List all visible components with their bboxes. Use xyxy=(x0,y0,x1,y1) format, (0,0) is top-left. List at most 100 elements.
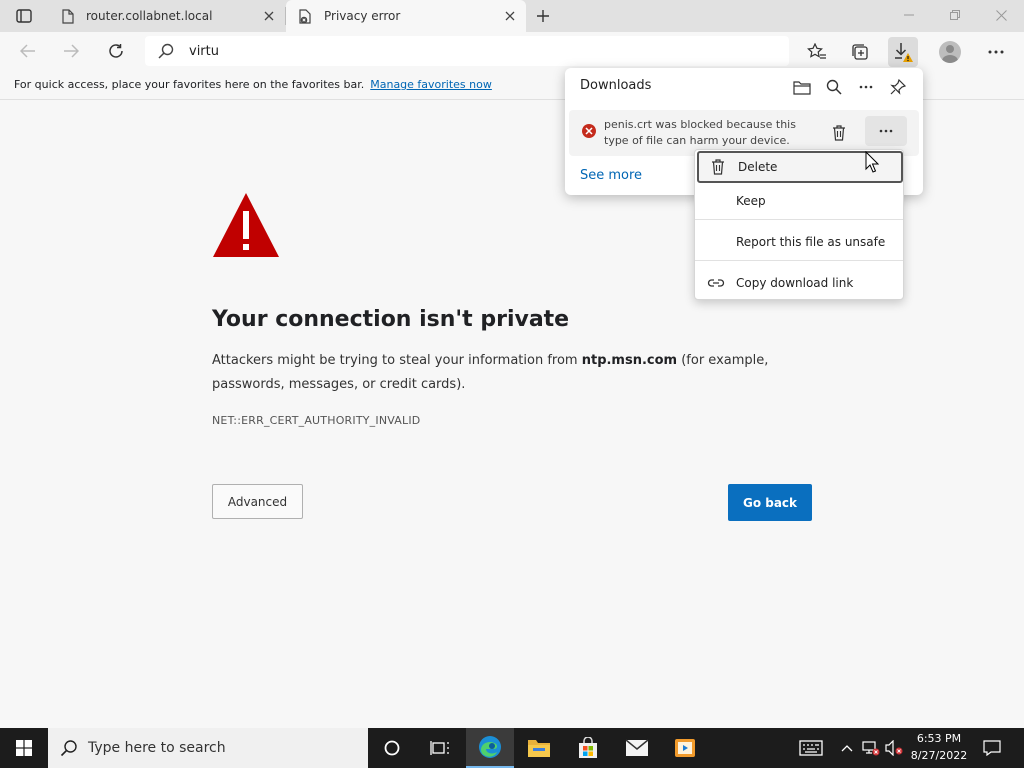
domain-name: ntp.msn.com xyxy=(581,353,678,368)
download-status-text: penis.crt was blocked because this type … xyxy=(604,118,796,147)
notifications-button[interactable] xyxy=(976,728,1008,768)
task-view-icon xyxy=(430,741,449,755)
clock-time: 6:53 PM xyxy=(916,732,962,745)
trash-icon xyxy=(833,125,845,141)
media-app-button[interactable] xyxy=(661,728,709,768)
task-view-button[interactable] xyxy=(416,728,464,768)
manage-favorites-link[interactable]: Manage favorites now xyxy=(370,78,492,91)
more-icon xyxy=(859,85,873,89)
volume-muted-icon xyxy=(885,740,903,756)
edge-taskbar-button[interactable] xyxy=(466,728,514,768)
network-tray-button[interactable] xyxy=(860,728,882,768)
open-folder-button[interactable] xyxy=(791,76,813,98)
blocked-icon xyxy=(582,124,596,138)
tab-actions-icon xyxy=(16,9,32,23)
minimize-icon xyxy=(904,14,914,16)
favorites-button[interactable] xyxy=(802,37,832,67)
chevron-up-icon xyxy=(841,745,853,752)
microsoft-store-button[interactable] xyxy=(564,728,612,768)
start-button[interactable] xyxy=(0,728,48,768)
network-icon xyxy=(862,741,880,756)
tab-actions-button[interactable] xyxy=(10,6,38,26)
see-more-link[interactable]: See more xyxy=(580,168,642,183)
profile-button[interactable] xyxy=(935,37,965,67)
menu-separator xyxy=(695,260,903,261)
show-hidden-icons-button[interactable] xyxy=(838,728,856,768)
pin-icon xyxy=(890,79,906,95)
insecure-page-icon xyxy=(298,8,314,24)
windows-logo-icon xyxy=(16,740,32,756)
refresh-icon xyxy=(109,44,123,58)
menu-item-label: Delete xyxy=(738,160,778,174)
keyboard-icon xyxy=(799,740,823,756)
edge-icon xyxy=(479,736,501,758)
close-icon xyxy=(995,9,1007,21)
collections-icon xyxy=(852,44,868,60)
downloads-more-button[interactable] xyxy=(855,76,877,98)
menu-item-copy-link[interactable]: Copy download link xyxy=(695,267,903,299)
link-icon xyxy=(707,275,725,291)
menu-separator xyxy=(695,219,903,220)
cortana-icon xyxy=(384,740,400,756)
downloads-button[interactable] xyxy=(888,37,918,67)
search-downloads-button[interactable] xyxy=(823,76,845,98)
refresh-button[interactable] xyxy=(102,37,130,65)
store-icon xyxy=(579,737,597,758)
file-explorer-button[interactable] xyxy=(515,728,563,768)
download-warning-icon xyxy=(895,43,913,62)
more-icon xyxy=(988,50,1004,54)
settings-more-button[interactable] xyxy=(981,37,1011,67)
menu-item-label: Keep xyxy=(736,194,766,208)
close-tab-icon[interactable] xyxy=(502,8,518,24)
collections-button[interactable] xyxy=(845,37,875,67)
taskbar-search-placeholder: Type here to search xyxy=(88,740,226,756)
search-icon xyxy=(826,79,842,95)
download-item-more-button[interactable] xyxy=(865,116,907,146)
menu-item-report-unsafe[interactable]: Report this file as unsafe xyxy=(695,226,903,258)
more-icon xyxy=(879,129,893,133)
arrow-left-icon xyxy=(20,44,35,58)
advanced-button[interactable]: Advanced xyxy=(212,484,303,519)
menu-item-keep[interactable]: Keep xyxy=(695,185,903,217)
tab-router[interactable]: router.collabnet.local xyxy=(48,0,285,32)
mail-button[interactable] xyxy=(613,728,661,768)
address-bar[interactable]: virtu xyxy=(145,36,789,66)
close-tab-icon[interactable] xyxy=(261,8,277,24)
media-icon xyxy=(675,739,695,757)
mouse-cursor-icon xyxy=(865,151,879,173)
downloads-title: Downloads xyxy=(580,78,652,93)
star-list-icon xyxy=(807,43,826,59)
folder-icon xyxy=(793,80,811,95)
tab-strip: router.collabnet.local Privacy error xyxy=(0,0,1024,32)
tab-privacy-error[interactable]: Privacy error xyxy=(286,0,526,32)
error-description: Attackers might be trying to steal your … xyxy=(212,349,822,397)
forward-button[interactable] xyxy=(57,37,85,65)
notification-icon xyxy=(983,740,1001,756)
address-input[interactable]: virtu xyxy=(189,44,219,59)
pin-button[interactable] xyxy=(887,76,909,98)
go-back-button[interactable]: Go back xyxy=(728,484,812,521)
tab-title: router.collabnet.local xyxy=(86,9,213,23)
cortana-button[interactable] xyxy=(368,728,416,768)
minimize-button[interactable] xyxy=(886,0,932,30)
menu-item-label: Copy download link xyxy=(736,276,854,290)
delete-download-button[interactable] xyxy=(826,120,852,146)
taskbar-clock[interactable]: 6:53 PM 8/27/2022 xyxy=(906,730,972,766)
taskbar-search[interactable]: Type here to search xyxy=(48,728,368,768)
restore-button[interactable] xyxy=(932,0,978,30)
new-tab-button[interactable] xyxy=(532,6,554,26)
tab-title: Privacy error xyxy=(324,9,401,23)
browser-toolbar: virtu xyxy=(0,32,1024,70)
close-window-button[interactable] xyxy=(978,0,1024,30)
menu-item-label: Report this file as unsafe xyxy=(736,235,886,249)
search-icon xyxy=(60,740,77,757)
keyboard-tray-button[interactable] xyxy=(797,728,825,768)
page-title: Your connection isn't private xyxy=(212,307,570,332)
arrow-right-icon xyxy=(64,44,79,58)
plus-icon xyxy=(537,10,549,22)
favorites-bar-message: For quick access, place your favorites h… xyxy=(14,78,365,91)
mail-icon xyxy=(625,739,649,756)
volume-tray-button[interactable] xyxy=(883,728,905,768)
back-button[interactable] xyxy=(14,37,42,65)
restore-icon xyxy=(950,10,960,20)
